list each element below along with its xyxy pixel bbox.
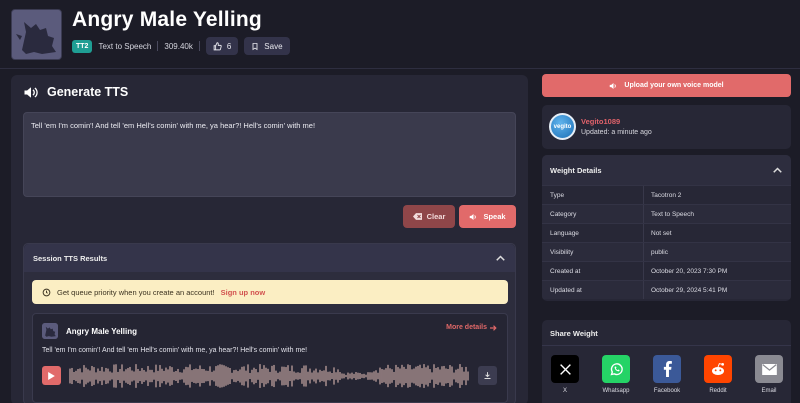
result-text: Tell 'em I'm comin'! And tell 'em Hell's… — [42, 347, 308, 354]
meta-divider — [198, 41, 200, 51]
result-thumbnail — [42, 323, 58, 339]
clear-button[interactable]: Clear — [403, 205, 455, 228]
weight-key: Language — [542, 224, 644, 242]
meta-divider — [157, 41, 159, 51]
updated-text: Updated: a minute ago — [581, 129, 652, 136]
share-reddit-button[interactable]: Reddit — [703, 355, 733, 394]
more-details-link[interactable]: More details — [446, 324, 497, 331]
x-icon — [551, 355, 579, 383]
generate-title: Generate TTS — [47, 85, 129, 99]
more-details-label: More details — [446, 324, 487, 331]
queue-priority-notice: Get queue priority when you create an ac… — [32, 280, 508, 304]
speaker-icon — [470, 213, 477, 220]
speak-label: Speak — [483, 212, 506, 221]
upload-label: Upload your own voice model — [624, 82, 724, 89]
result-title: Angry Male Yelling — [66, 327, 137, 336]
share-title: Share Weight — [550, 329, 598, 338]
notice-text: Get queue priority when you create an ac… — [57, 287, 215, 297]
speaker-icon — [610, 82, 617, 89]
clock-icon — [42, 288, 51, 296]
meta-row: TT2 Text to Speech 309.40k 6 Save — [72, 37, 290, 55]
speak-button[interactable]: Speak — [459, 205, 516, 228]
weight-row-visibility: Visibility public — [542, 242, 791, 261]
weight-value: public — [651, 248, 668, 256]
sign-up-link[interactable]: Sign up now — [221, 288, 266, 297]
weight-value: Text to Speech — [651, 210, 694, 218]
weight-details-panel: Weight Details Type Tacotron 2 Category … — [542, 155, 791, 301]
weight-key: Created at — [542, 262, 644, 280]
weight-row-category: Category Text to Speech — [542, 204, 791, 223]
share-label: X — [562, 388, 567, 394]
weight-key: Updated at — [542, 281, 644, 299]
weight-details-title: Weight Details — [550, 165, 602, 175]
share-divider — [542, 345, 791, 346]
download-button[interactable] — [478, 366, 497, 385]
weight-value: Not set — [651, 229, 672, 237]
download-icon — [484, 372, 491, 379]
share-whatsapp-button[interactable]: Whatsapp — [600, 355, 632, 394]
weight-row-language: Language Not set — [542, 223, 791, 242]
weight-value: October 29, 2024 5:41 PM — [651, 286, 728, 294]
like-count: 6 — [226, 41, 232, 51]
weight-value: Tacotron 2 — [651, 191, 682, 199]
weight-value: October 20, 2023 7:30 PM — [651, 267, 728, 275]
weight-row-created: Created at October 20, 2023 7:30 PM — [542, 261, 791, 280]
email-icon — [755, 355, 783, 383]
page-title: Angry Male Yelling — [72, 8, 262, 31]
weight-key: Visibility — [542, 243, 644, 261]
weight-key: Category — [542, 205, 644, 223]
model-type-badge: TT2 — [72, 39, 93, 53]
share-panel: Share Weight X Whatsapp Facebook Reddit … — [542, 320, 791, 403]
audio-waveform[interactable] — [69, 363, 469, 389]
clear-label: Clear — [426, 212, 446, 221]
tts-result-card: Angry Male Yelling More details Tell 'em… — [32, 313, 508, 403]
whatsapp-icon — [602, 355, 630, 383]
share-label: Reddit — [709, 388, 727, 394]
model-thumbnail — [11, 9, 62, 60]
reddit-icon — [704, 355, 732, 383]
share-label: Facebook — [653, 388, 681, 394]
session-title: Session TTS Results — [33, 253, 108, 263]
session-results: Session TTS Results Get queue priority w… — [23, 243, 516, 403]
chevron-up-icon[interactable] — [773, 167, 782, 173]
share-label: Whatsapp — [602, 388, 630, 394]
like-button[interactable]: 6 — [205, 37, 239, 55]
play-button[interactable] — [42, 366, 61, 385]
weight-key: Type — [542, 186, 644, 204]
play-icon — [48, 371, 55, 380]
avatar[interactable]: vegito — [549, 113, 576, 140]
header-divider — [0, 68, 800, 69]
weight-row-type: Type Tacotron 2 — [542, 185, 791, 204]
arrow-right-icon — [490, 324, 497, 331]
bookmark-icon — [252, 42, 258, 50]
speaker-icon — [24, 86, 38, 98]
tts-text-input[interactable]: Tell 'em I'm comin'! And tell 'em Hell's… — [23, 112, 516, 197]
share-x-button[interactable]: X — [550, 355, 580, 394]
generate-heading: Generate TTS — [23, 85, 128, 99]
weight-details-header[interactable]: Weight Details — [542, 155, 791, 185]
generate-panel: Generate TTS Tell 'em I'm comin'! And te… — [11, 75, 528, 403]
share-email-button[interactable]: Email — [754, 355, 784, 394]
upload-voice-model-button[interactable]: Upload your own voice model — [542, 74, 791, 97]
thumbs-up-icon — [213, 41, 222, 50]
creator-card: vegito Vegito1089 Updated: a minute ago — [542, 105, 791, 149]
facebook-icon — [653, 355, 681, 383]
creator-username[interactable]: Vegito1089 — [581, 117, 620, 126]
save-button[interactable]: Save — [244, 37, 290, 55]
chevron-up-icon[interactable] — [496, 255, 505, 261]
category-text: Text to Speech — [98, 41, 152, 51]
share-facebook-button[interactable]: Facebook — [652, 355, 682, 394]
uses-count: 309.40k — [164, 41, 193, 51]
share-label: Email — [761, 388, 777, 394]
weight-row-updated: Updated at October 29, 2024 5:41 PM — [542, 280, 791, 299]
avatar-text: vegito — [553, 123, 572, 130]
backspace-icon — [412, 213, 422, 220]
session-header[interactable]: Session TTS Results — [24, 244, 515, 272]
save-label: Save — [264, 41, 283, 51]
